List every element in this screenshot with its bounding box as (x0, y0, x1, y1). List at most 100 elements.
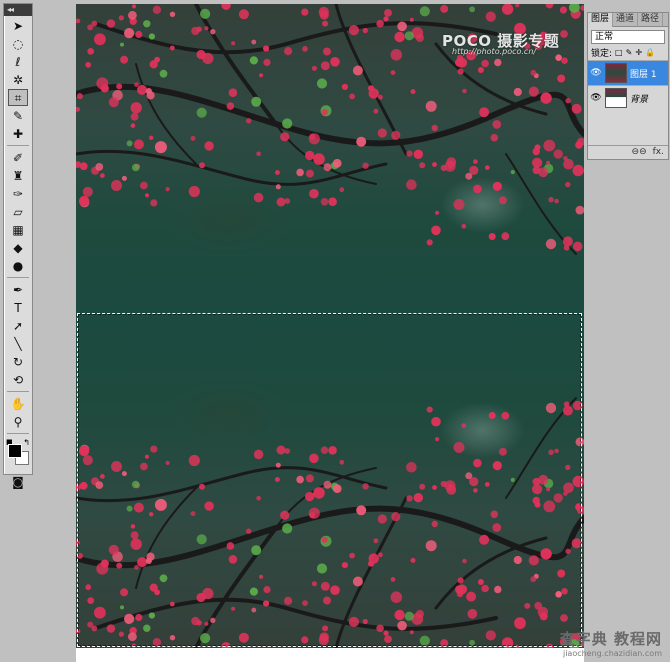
blossom (352, 65, 363, 76)
blossom (580, 5, 584, 11)
blossom (469, 6, 475, 13)
blossom (313, 153, 325, 165)
blossom (376, 19, 384, 28)
layer-row-background[interactable]: 👁 背景 (588, 85, 668, 110)
layer-style-fx-icon[interactable]: fx. (653, 146, 664, 159)
dodge-tool-icon[interactable]: ● (8, 257, 28, 274)
site-watermark-title: 查字典 教程网 (559, 630, 662, 648)
zoom-tool-icon[interactable]: ⚲ (8, 413, 28, 430)
blur-tool-icon[interactable]: ◆ (8, 239, 28, 256)
clone-stamp-tool-icon[interactable]: ♜ (8, 167, 28, 184)
blossom (323, 163, 332, 172)
tools-panel-grip[interactable]: ◂◂ (4, 4, 32, 16)
3d-rotate-tool-icon[interactable]: ↻ (8, 353, 28, 370)
move-tool-icon[interactable]: ➤ (8, 17, 28, 34)
blossom (95, 163, 104, 171)
quick-mask-icon[interactable]: ◙ (8, 473, 28, 490)
tab-layers[interactable]: 图层 (588, 13, 613, 27)
layer-row-layer1[interactable]: 👁 图层 1 (588, 60, 668, 85)
blossom (169, 11, 176, 17)
blend-mode-select[interactable]: 正常 (591, 30, 665, 44)
blossom (368, 88, 379, 99)
eyedropper-tool-icon[interactable]: ✎ (8, 107, 28, 124)
marquee-tool-icon[interactable]: ◌ (8, 35, 28, 52)
blossom (121, 175, 127, 181)
blossom (373, 108, 379, 114)
blossom (563, 158, 574, 170)
blossom (274, 170, 280, 175)
blossom (131, 4, 137, 9)
lock-transparency-icon[interactable]: □ (615, 48, 623, 57)
blossom (575, 205, 584, 215)
blossom (321, 109, 328, 116)
3d-orbit-tool-icon[interactable]: ⟲ (8, 371, 28, 388)
blossom (130, 112, 139, 121)
lock-position-icon[interactable]: ✛ (635, 48, 642, 57)
blossom (135, 30, 143, 39)
brush-tool-icon[interactable]: ✐ (8, 149, 28, 166)
blossom (253, 192, 264, 203)
lock-all-icon[interactable]: 🔒 (645, 48, 655, 57)
blossom (440, 4, 449, 13)
blossom (413, 149, 423, 159)
blossom (323, 47, 331, 56)
blossom (431, 124, 438, 132)
blossom (557, 74, 566, 83)
blossom (419, 6, 430, 17)
crop-tool-icon[interactable]: ⌗ (8, 89, 28, 106)
blossom (154, 141, 167, 154)
blossom (362, 27, 368, 34)
blossom (128, 10, 137, 20)
marquee-selection[interactable] (77, 313, 582, 647)
blossom (534, 144, 541, 151)
path-selection-tool-icon[interactable]: ➚ (8, 317, 28, 334)
canvas-white-strip (76, 648, 584, 662)
layer-name: 图层 1 (630, 69, 657, 80)
blossom (501, 232, 510, 241)
healing-brush-tool-icon[interactable]: ✚ (8, 125, 28, 142)
lasso-tool-icon[interactable]: ℓ (8, 53, 28, 70)
type-tool-icon[interactable]: T (8, 299, 28, 316)
eye-icon[interactable]: 👁 (590, 68, 602, 78)
blossom (133, 139, 144, 150)
link-layers-icon[interactable]: ⊖⊖ (632, 146, 647, 159)
blossom (309, 133, 316, 140)
eraser-tool-icon[interactable]: ▱ (8, 203, 28, 220)
magic-wand-tool-icon[interactable]: ✲ (8, 71, 28, 88)
tab-channels[interactable]: 通道 (613, 13, 638, 27)
blossom (397, 21, 407, 32)
blossom (263, 45, 270, 52)
hand-tool-icon[interactable]: ✋ (8, 395, 28, 412)
blossom (100, 173, 105, 179)
blossom (130, 123, 136, 128)
foreground-color-swatch[interactable] (8, 444, 22, 458)
history-brush-tool-icon[interactable]: ✑ (8, 185, 28, 202)
pen-tool-icon[interactable]: ✒ (8, 281, 28, 298)
blossom (196, 26, 202, 32)
line-tool-icon[interactable]: ╲ (8, 335, 28, 352)
blossom (341, 83, 348, 90)
eye-icon[interactable]: 👁 (590, 93, 602, 103)
blossom (134, 82, 139, 87)
blossom (226, 102, 235, 110)
blossom (238, 9, 249, 20)
blossom (126, 140, 133, 147)
blossom (498, 196, 507, 205)
blossom (124, 28, 135, 39)
blossom (515, 4, 520, 8)
blossom (316, 78, 328, 89)
blossom (469, 165, 479, 175)
swap-colors-icon[interactable]: ↰ (23, 438, 30, 447)
document-canvas[interactable]: POCO 摄影专题 http://photo.poco.cn/ (76, 4, 584, 662)
blossom (477, 67, 484, 73)
tool-separator (7, 277, 29, 278)
tab-paths[interactable]: 路径 (638, 13, 663, 27)
blossom (390, 70, 396, 75)
lock-pixels-icon[interactable]: ✎ (626, 48, 633, 57)
blossom (339, 187, 345, 193)
blossom (328, 197, 337, 206)
gradient-tool-icon[interactable]: ▦ (8, 221, 28, 238)
blossom (196, 49, 206, 60)
blossom (383, 16, 389, 22)
blossom (131, 163, 140, 172)
